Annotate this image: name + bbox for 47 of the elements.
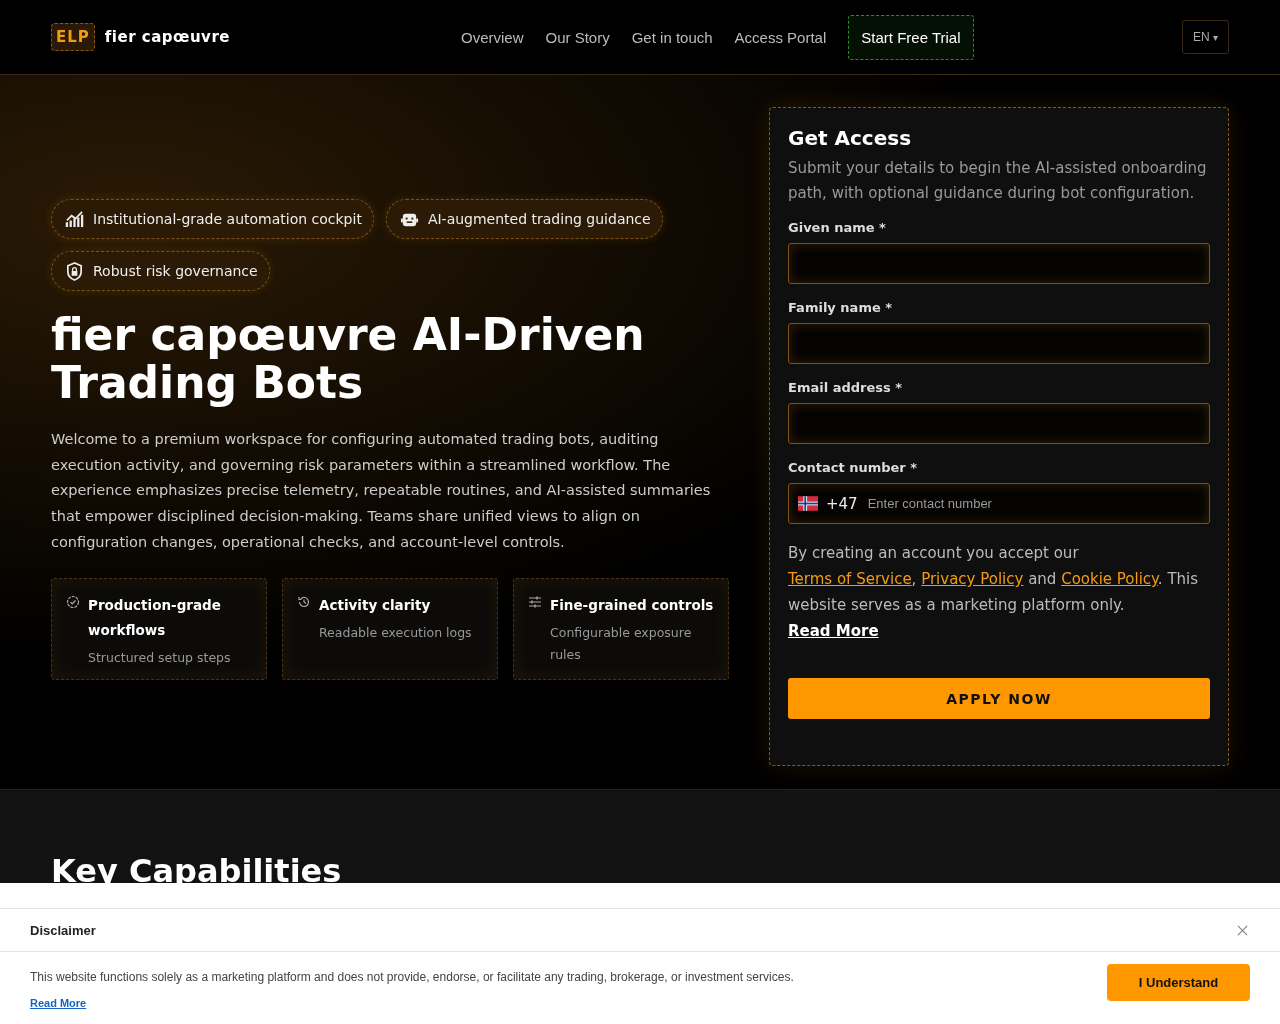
apply-button[interactable]: APPLY NOW xyxy=(788,678,1210,719)
read-more-link[interactable]: Read More xyxy=(30,997,87,1009)
feature-badge: AI-augmented trading guidance xyxy=(385,199,663,239)
disclaimer-title: Disclaimer xyxy=(30,922,96,938)
feature-title: Activity clarity xyxy=(319,595,432,615)
check-badge-icon xyxy=(66,594,80,609)
trial-button[interactable]: Start Free Trial xyxy=(848,14,974,60)
sliders-icon xyxy=(528,594,542,609)
brand-name[interactable]: fier capœuvre xyxy=(104,28,230,46)
policy-link[interactable]: Cookie Policy xyxy=(1061,570,1158,588)
policy-link[interactable]: Terms of Service xyxy=(788,570,912,588)
input-field[interactable] xyxy=(788,323,1210,364)
hero-title: fier capœuvre AI-Driven Trading Bots xyxy=(51,311,646,407)
feature-badge: Institutional-grade automation cockpit xyxy=(51,199,374,239)
feature-subtitle: Structured setup steps xyxy=(88,648,232,667)
read-more-link[interactable]: Read More xyxy=(788,622,879,640)
close-icon[interactable] xyxy=(1237,924,1248,936)
field-label: Family name * xyxy=(788,300,894,315)
feature-subtitle: Configurable exposure rules xyxy=(550,623,693,664)
nav-link[interactable]: Our Story xyxy=(545,28,610,46)
form-title: Get Access xyxy=(788,126,913,150)
field-label: Given name * xyxy=(788,220,887,235)
field-label: Contact number * xyxy=(788,460,919,475)
nav-link[interactable]: Access Portal xyxy=(734,28,827,46)
form-intro: Submit your details to begin the AI-assisted onboarding path, with optional guidance during bot configuration. xyxy=(788,158,1208,204)
shield-lock-icon xyxy=(65,261,84,281)
hero-description: Welcome to a premium workspace for configuring automated trading bots, auditing execution activity, and governing risk parameters within a streamlined workflow. The experience emphasizes precise telemetry, repeatable routines, and AI-assisted summaries that empower disciplined decision-making. Teams share unified views to align on configuration changes, operational checks, and account-level controls. xyxy=(51,430,712,552)
nav-link[interactable]: Get in touch xyxy=(631,28,713,46)
feature-title: Fine-grained controls xyxy=(550,595,715,615)
nav-link[interactable]: Overview xyxy=(461,28,524,46)
feature-title: Production-grade workflows xyxy=(88,595,222,640)
phone-field[interactable]: +47 Enter contact number xyxy=(788,483,1210,524)
feature-badge: Robust risk governance xyxy=(51,251,270,291)
logo-badge[interactable]: ELP xyxy=(51,23,95,51)
consent-text: By creating an account you accept our Terms of Service, Privacy Policy and Cookie Policy. This website serves as a marketing platform only. Read More xyxy=(788,543,1200,642)
history-icon xyxy=(297,594,311,609)
language-select[interactable]: EN ▾ xyxy=(1182,20,1229,54)
phone-input[interactable]: Enter contact number xyxy=(865,495,1060,512)
feature-subtitle: Readable execution logs xyxy=(319,623,472,642)
norway-flag-icon xyxy=(798,496,818,511)
input-field[interactable] xyxy=(788,403,1210,444)
input-field[interactable] xyxy=(788,243,1210,284)
understand-button[interactable]: I Understand xyxy=(1107,964,1250,1001)
disclaimer-text: This website functions solely as a marketing platform and does not provide, endorse, or facilitate any trading, brokerage, or investment services. xyxy=(30,970,794,984)
chart-icon xyxy=(65,209,84,229)
field-label: Email address * xyxy=(788,380,904,395)
policy-link[interactable]: Privacy Policy xyxy=(921,570,1024,588)
